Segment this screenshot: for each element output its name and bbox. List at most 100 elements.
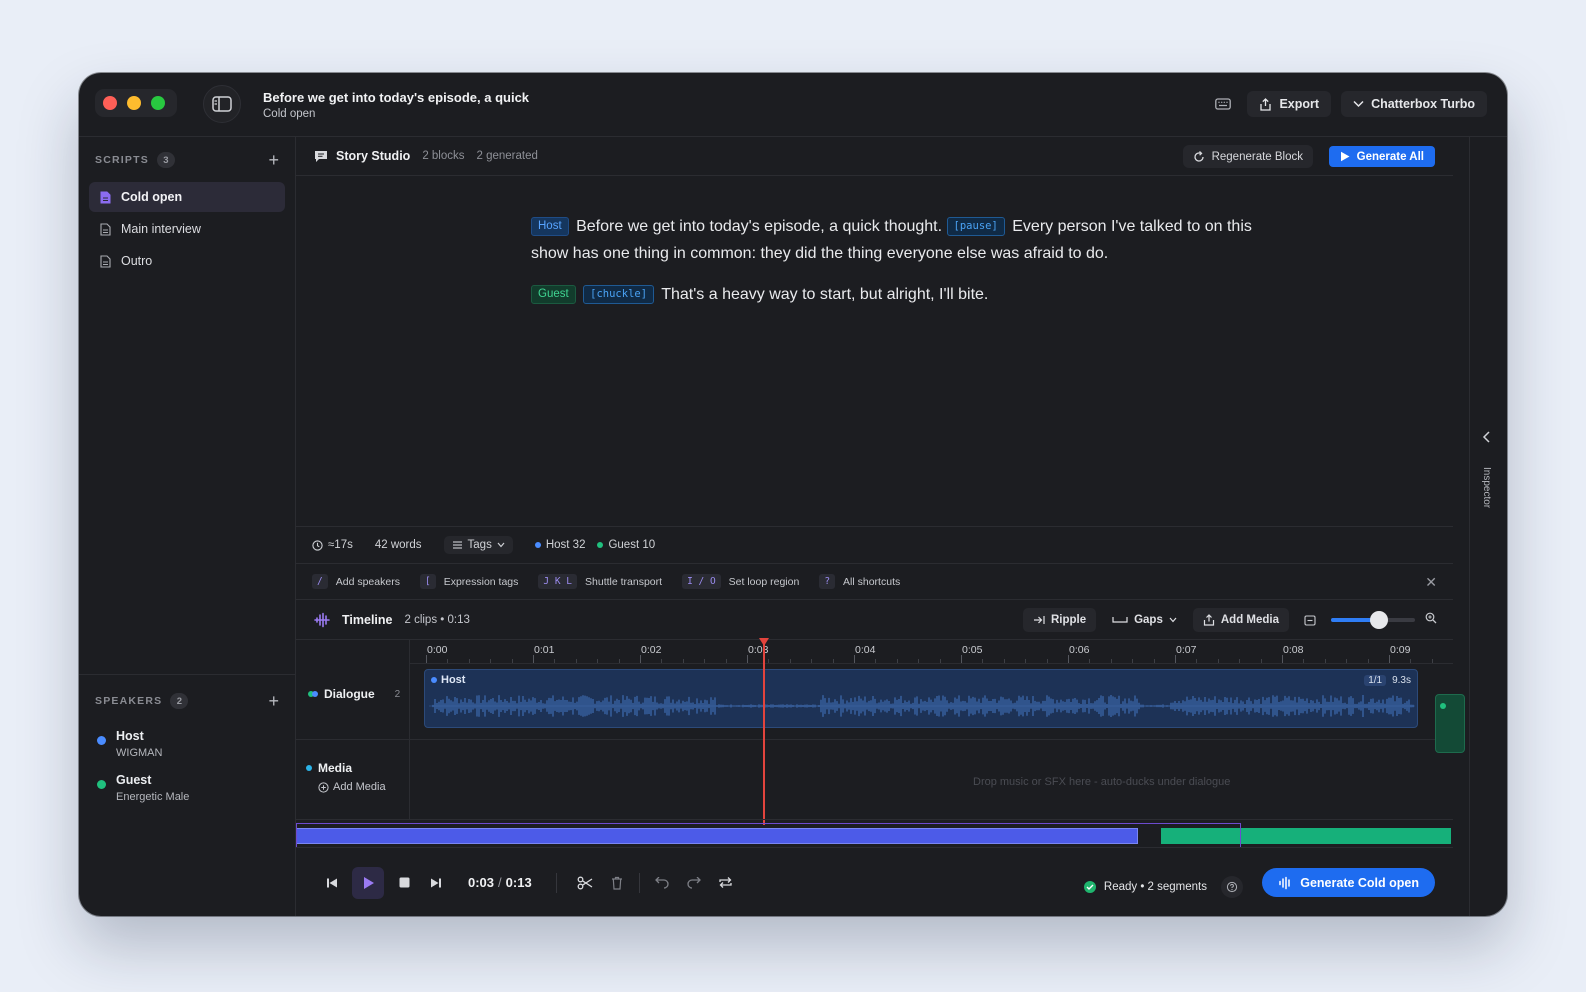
window-controls	[95, 89, 177, 117]
maximize-window-button[interactable]	[151, 96, 165, 110]
loop-button[interactable]	[710, 867, 742, 899]
model-selector[interactable]: Chatterbox Turbo	[1341, 91, 1487, 117]
skip-forward-button[interactable]	[420, 867, 452, 899]
close-shortcuts-button[interactable]: ✕	[1425, 574, 1437, 591]
stop-button[interactable]	[388, 867, 420, 899]
ruler-tick-label: 0:05	[962, 644, 983, 656]
document-subtitle: Cold open	[263, 108, 316, 120]
ruler-tick	[533, 655, 534, 663]
skip-back-icon	[327, 878, 337, 887]
script-label: Cold open	[121, 190, 183, 204]
script-editor[interactable]: Host Before we get into today's episode,…	[531, 175, 1271, 308]
split-button[interactable]	[569, 867, 601, 899]
script-block-host[interactable]: Host Before we get into today's episode,…	[531, 213, 1271, 267]
timeline-ruler[interactable]: 0:00 0:01 0:02 0:03 0:04 0:05 0:06 0:07 0:08 0:09	[410, 640, 1453, 664]
block-text: Before we get into today's episode, a qu…	[576, 218, 943, 235]
speaker-voice: Energetic Male	[116, 791, 190, 803]
skip-forward-icon	[431, 878, 441, 887]
minimize-window-button[interactable]	[127, 96, 141, 110]
waveform-icon	[314, 612, 330, 627]
shortcut-label: Shuttle transport	[585, 575, 663, 588]
ruler-tick	[426, 655, 427, 663]
generated-count: 2 generated	[476, 150, 538, 162]
ripple-label: Ripple	[1050, 614, 1087, 626]
ripple-button[interactable]: Ripple	[1022, 608, 1097, 632]
generate-all-button[interactable]: Generate All	[1328, 146, 1435, 167]
speaker-guest[interactable]: Guest Energetic Male	[79, 773, 295, 803]
title-bar: Before we get into today's episode, a qu…	[79, 73, 1507, 137]
shortcuts-bar: / Add speakers [ Expression tags J K L S…	[296, 564, 1453, 600]
regenerate-label: Regenerate Block	[1211, 150, 1303, 163]
keyboard-button[interactable]	[1209, 90, 1237, 118]
script-item-outro[interactable]: Outro	[89, 246, 285, 276]
gaps-dropdown[interactable]: Gaps	[1106, 614, 1183, 626]
ripple-icon	[1033, 616, 1045, 624]
share-icon	[1260, 97, 1272, 111]
sidebar-toggle-button[interactable]	[203, 85, 241, 123]
chevron-left-icon[interactable]	[1482, 431, 1491, 443]
playhead[interactable]	[763, 640, 765, 825]
play-button[interactable]	[352, 866, 384, 899]
generate-cold-open-button[interactable]: Generate Cold open	[1262, 868, 1435, 897]
shortcut-key: J K L	[538, 574, 578, 589]
zoom-slider[interactable]	[1331, 611, 1415, 629]
regenerate-block-button[interactable]: Regenerate Block	[1182, 145, 1313, 168]
tags-icon	[452, 541, 462, 549]
redo-button[interactable]	[678, 867, 710, 899]
document-icon	[100, 254, 111, 268]
speakers-section: SPEAKERS 2 + Host WIGMAN Guest Energetic…	[79, 674, 295, 803]
divider	[638, 872, 640, 893]
ruler-minor-tick	[939, 659, 941, 663]
timeline-overview[interactable]	[296, 819, 1453, 848]
ruler-minor-tick	[1324, 659, 1326, 663]
timecode: 0:03/0:13	[468, 875, 532, 890]
ruler-minor-tick	[1303, 659, 1305, 663]
inspector-label: Inspector	[1481, 467, 1492, 509]
zoom-slider-handle[interactable]	[1369, 611, 1388, 629]
ruler-minor-tick	[1239, 659, 1241, 663]
inspector-panel[interactable]: Inspector	[1469, 137, 1507, 916]
add-script-button[interactable]: +	[268, 150, 279, 171]
host-clip[interactable]: Host 1/1 9.3s	[424, 669, 1418, 728]
ruler-tick-label: 0:02	[641, 644, 662, 656]
stop-icon	[399, 877, 409, 888]
speaker-host[interactable]: Host WIGMAN	[79, 729, 295, 759]
chevron-down-icon	[1169, 617, 1177, 623]
ruler-minor-tick	[1003, 659, 1005, 663]
fit-timeline-button[interactable]	[1299, 614, 1321, 626]
check-icon	[1083, 881, 1096, 893]
speakers-count: 2	[170, 693, 189, 709]
speaker-tag-guest[interactable]: Guest	[531, 285, 576, 304]
segments-info-button[interactable]	[1221, 876, 1243, 898]
ruler-minor-tick	[661, 659, 663, 663]
speaker-tag-host[interactable]: Host	[531, 217, 569, 236]
add-media-button[interactable]: Add Media	[1192, 608, 1289, 632]
ruler-minor-tick	[1260, 659, 1262, 663]
total-time: 0:13	[505, 875, 532, 890]
expression-tag[interactable]: [pause]	[946, 217, 1005, 236]
delete-button[interactable]	[601, 867, 633, 899]
script-block-guest[interactable]: Guest [chuckle] That's a heavy way to st…	[531, 281, 1271, 308]
scissors-icon	[577, 876, 593, 889]
ruler-tick	[1282, 655, 1283, 663]
media-track[interactable]: Drop music or SFX here - auto-ducks unde…	[296, 740, 1453, 820]
host-dot	[534, 542, 541, 548]
zoom-in-button[interactable]	[1425, 611, 1437, 629]
overview-viewport[interactable]	[296, 823, 1241, 848]
host-word-count: Host 32	[534, 539, 585, 551]
skip-back-button[interactable]	[316, 867, 348, 899]
script-item-main-interview[interactable]: Main interview	[89, 214, 285, 244]
ruler-tick	[640, 655, 641, 663]
shortcut-add-speakers: / Add speakers	[312, 574, 400, 589]
undo-button[interactable]	[646, 867, 678, 899]
tags-dropdown[interactable]: Tags	[443, 536, 513, 554]
close-window-button[interactable]	[103, 96, 117, 110]
export-button[interactable]: Export	[1247, 91, 1332, 117]
scripts-header: SCRIPTS 3 +	[79, 150, 295, 170]
speakers-heading: SPEAKERS	[95, 695, 163, 707]
expression-tag[interactable]: [chuckle]	[583, 285, 655, 304]
shortcut-all-shortcuts[interactable]: ? All shortcuts	[819, 574, 900, 589]
add-speaker-button[interactable]: +	[268, 691, 279, 712]
ruler-minor-tick	[597, 659, 599, 663]
script-item-cold-open[interactable]: Cold open	[89, 182, 285, 212]
